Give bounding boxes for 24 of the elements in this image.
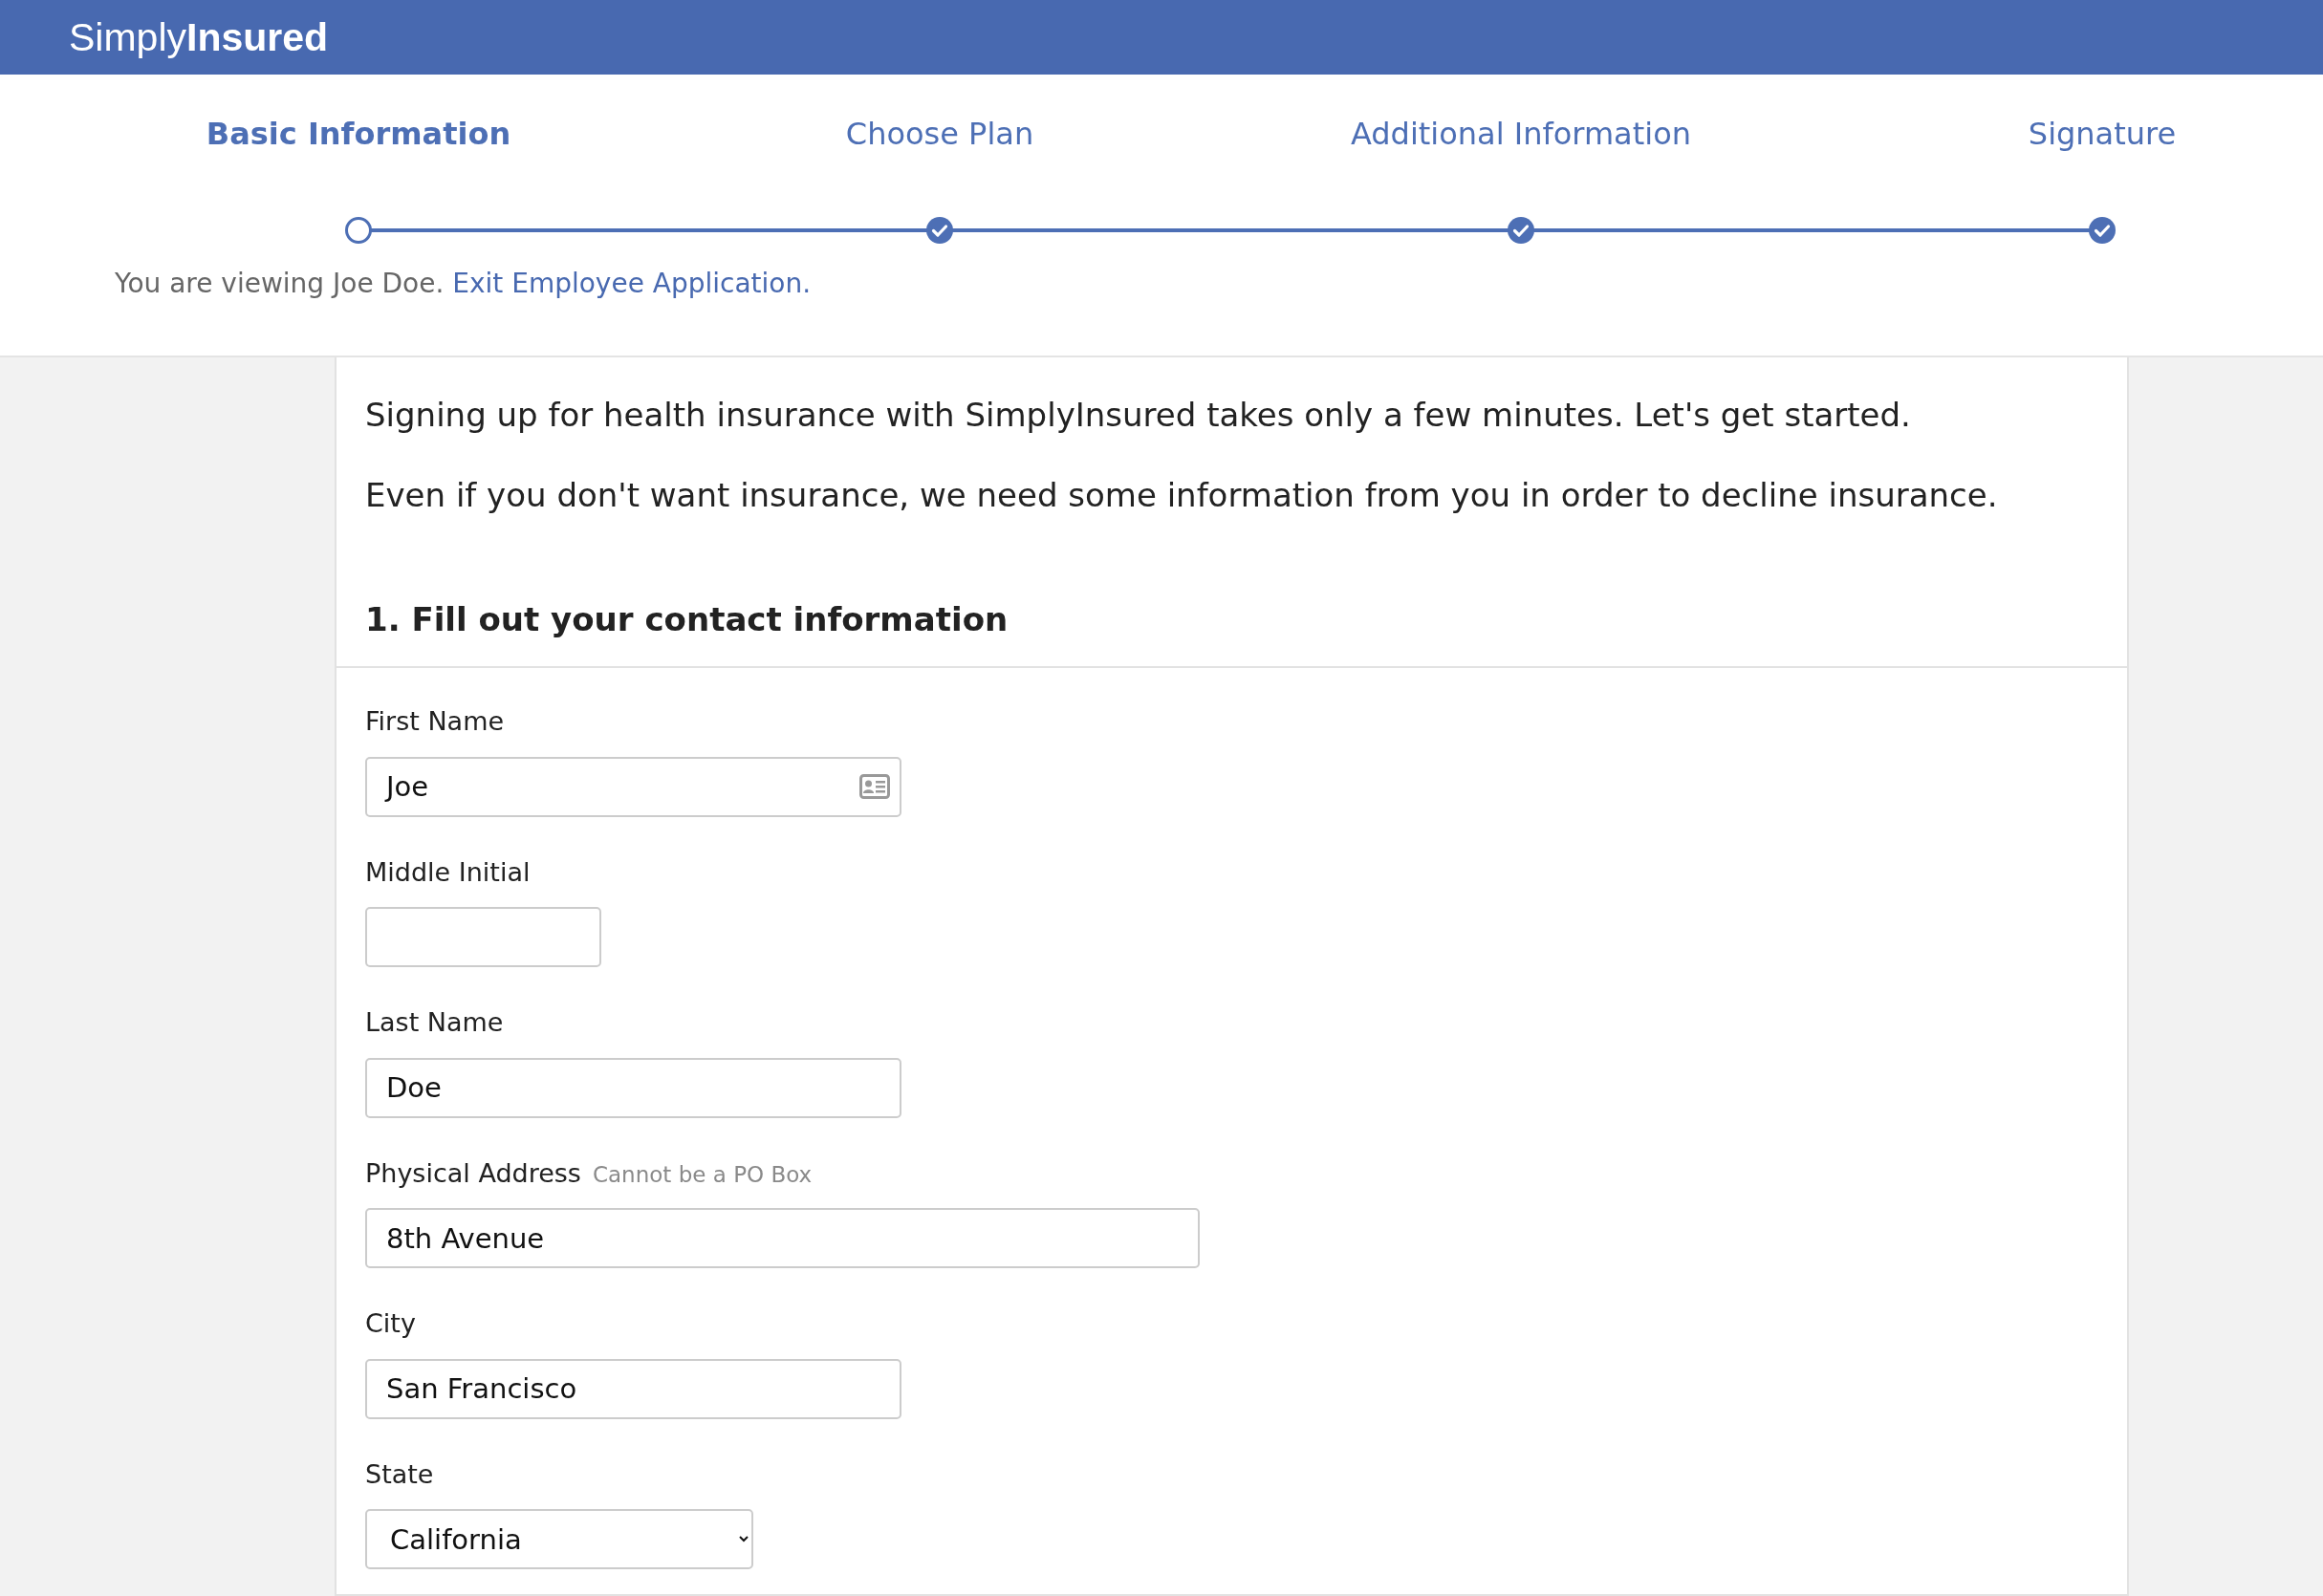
brand-logo: SimplyInsured bbox=[69, 17, 329, 57]
intro-text: Signing up for health insurance with SimplyInsured takes only a few minutes. Let's get started. bbox=[365, 395, 1912, 436]
input-field[interactable]: Doe bbox=[365, 1057, 901, 1118]
field-hint: Cannot be a PO Box bbox=[592, 1160, 813, 1189]
field-label: First Name bbox=[365, 705, 505, 739]
input-field[interactable]: 8th Avenue bbox=[365, 1208, 1200, 1269]
state-dropdown[interactable]: California bbox=[365, 1509, 753, 1570]
exit-link[interactable]: Exit Employee Application. bbox=[452, 268, 812, 299]
contact-card-icon bbox=[859, 773, 890, 799]
step-tab[interactable]: Additional Information bbox=[1350, 111, 1691, 157]
field-label: Middle Initial bbox=[365, 855, 531, 889]
viewing-notice: You are viewing Joe Doe. bbox=[115, 268, 445, 299]
field-label: City bbox=[365, 1307, 416, 1341]
step-tab[interactable]: Signature bbox=[2028, 111, 2177, 157]
field-label: Physical Address bbox=[365, 1156, 581, 1190]
section-heading: 1. Fill out your contact information bbox=[337, 600, 2127, 669]
input-field[interactable] bbox=[365, 907, 601, 968]
input-field[interactable]: Joe bbox=[365, 756, 901, 817]
input-field[interactable]: San Francisco bbox=[365, 1358, 901, 1419]
field-label: State bbox=[365, 1457, 434, 1491]
field-label: Last Name bbox=[365, 1006, 504, 1040]
intro-text: Even if you don't want insurance, we need some information from you in order to decline insurance. bbox=[365, 475, 1999, 517]
step-tab[interactable]: Choose Plan bbox=[845, 111, 1034, 157]
step-tab[interactable]: Basic Information bbox=[206, 111, 511, 157]
